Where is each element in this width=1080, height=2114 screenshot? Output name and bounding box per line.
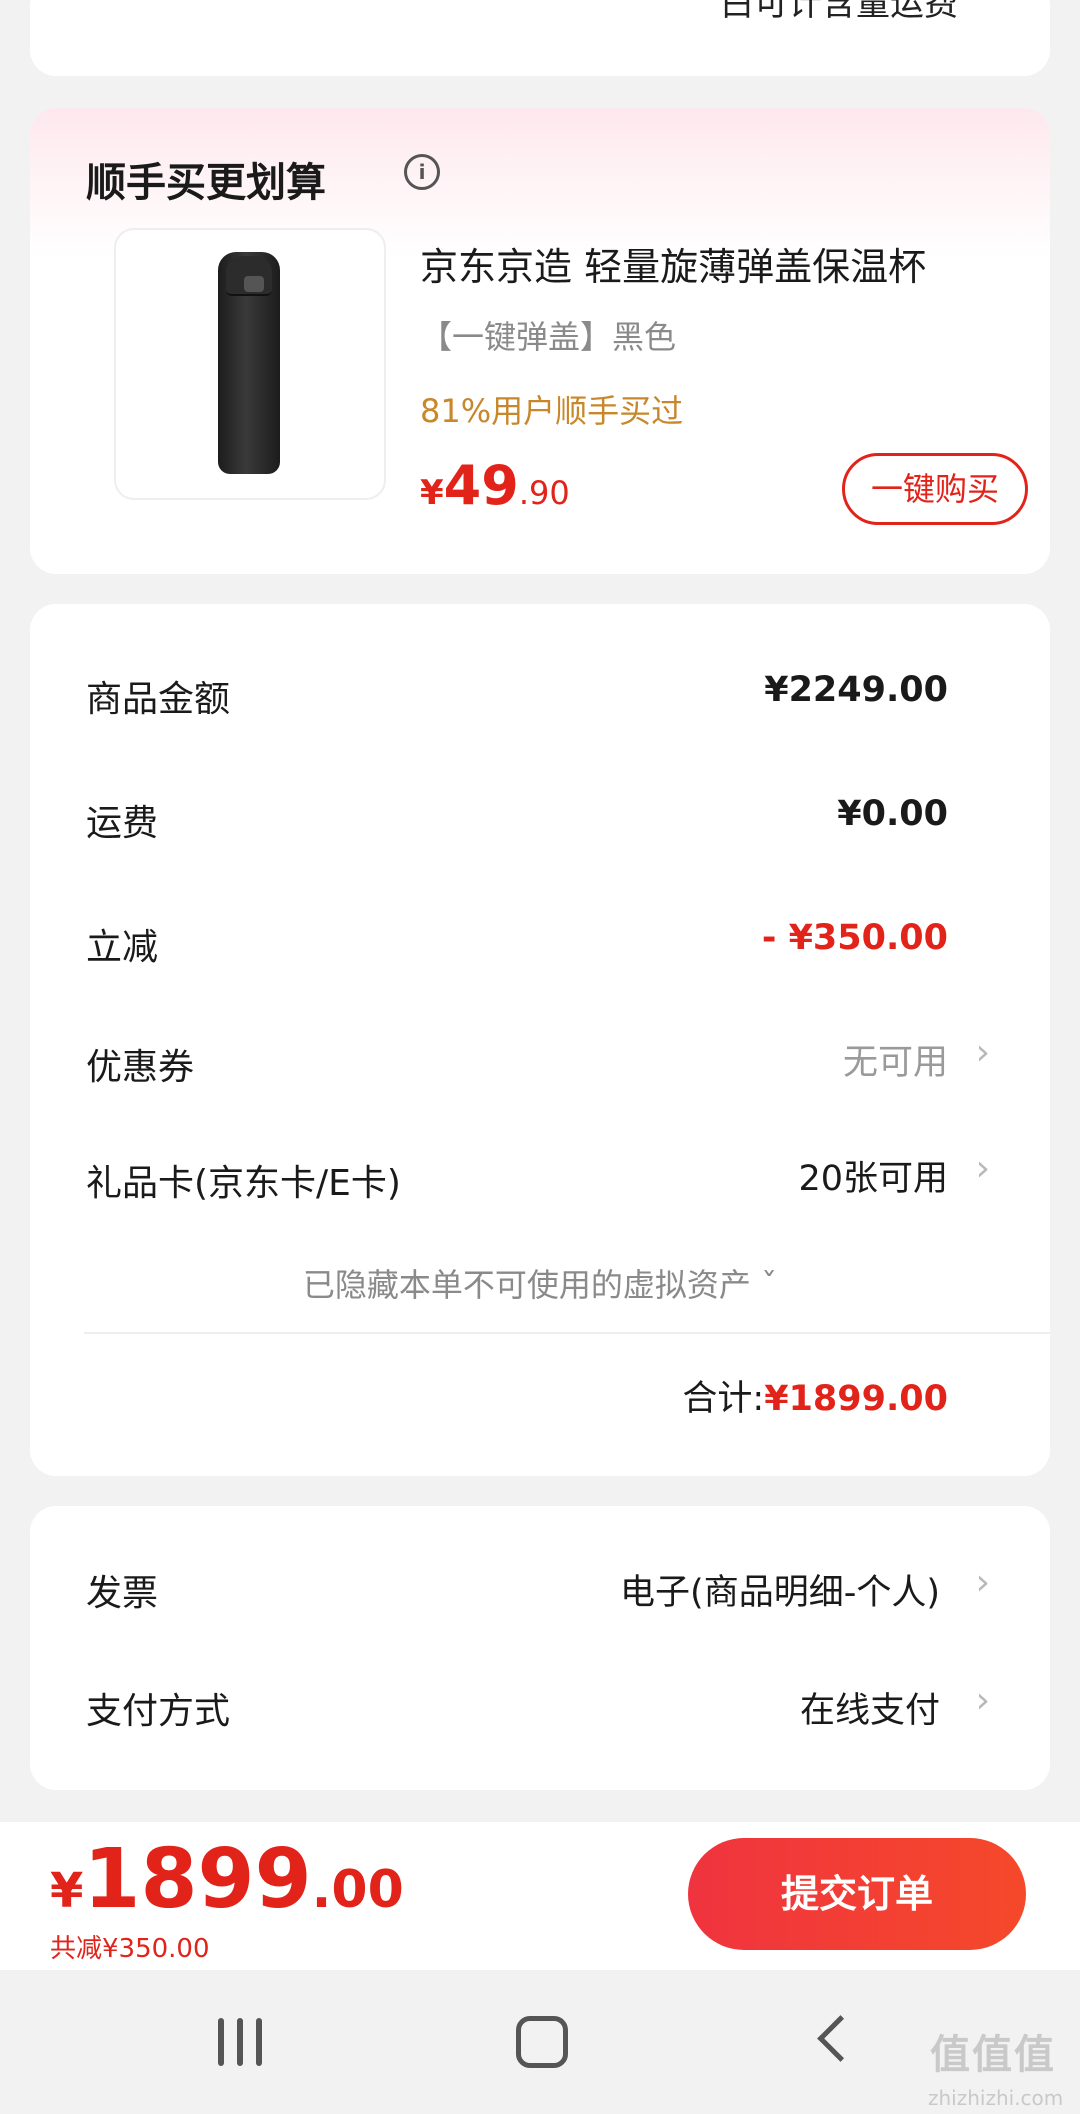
chevron-right-icon: ›: [975, 1032, 990, 1073]
coupon-value: 无可用: [842, 1043, 948, 1083]
summary-total: 合计:¥1899.00: [682, 1370, 948, 1421]
invoice-payment-card: 发票 电子(商品明细-个人) › 支付方式 在线支付 ›: [30, 1506, 1050, 1790]
product-promo: 81%用户顺手买过: [420, 392, 684, 430]
upsell-card: 顺手买更划算 i 京东京造 轻量旋薄弹盖保温杯 【一键弹盖】黑色 81%用户顺手…: [30, 108, 1050, 574]
bottle-image: [218, 252, 280, 474]
shipping-label: 运费: [86, 803, 159, 844]
hidden-assets-toggle[interactable]: 已隐藏本单不可使用的虚拟资产 ˇ: [30, 1260, 1050, 1306]
price-currency: ¥: [420, 473, 444, 513]
footer-total-price: ¥1899.00: [50, 1832, 404, 1927]
payment-method-label: 支付方式: [86, 1691, 231, 1732]
home-icon[interactable]: [516, 2016, 568, 2068]
clipped-text: 白可计含量运费: [720, 0, 958, 24]
shipping-value: ¥0.00: [837, 794, 948, 834]
product-variant: 【一键弹盖】黑色: [420, 318, 677, 356]
back-icon[interactable]: [817, 2015, 864, 2062]
payment-method-value: 在线支付: [799, 1691, 940, 1731]
footer-saving: 共减¥350.00: [50, 1934, 210, 1964]
one-click-buy-button[interactable]: 一键购买: [842, 453, 1028, 525]
watermark-url: zhizhizhi.com: [928, 2086, 1064, 2110]
info-icon[interactable]: i: [404, 154, 440, 190]
address-card: 白可计含量运费: [30, 0, 1050, 76]
checkout-footer: ¥1899.00 共减¥350.00 提交订单: [0, 1822, 1080, 1970]
coupon-label: 优惠券: [86, 1047, 195, 1088]
system-nav-bar: [0, 1970, 1080, 2114]
total-label: 合计:: [682, 1379, 765, 1419]
chevron-right-icon: ›: [975, 1680, 990, 1721]
submit-order-button[interactable]: 提交订单: [688, 1838, 1026, 1950]
product-price: ¥49.90: [420, 454, 570, 517]
footer-price-integer: 1899: [83, 1832, 312, 1927]
discount-label: 立减: [86, 927, 159, 968]
goods-amount-value: ¥2249.00: [764, 670, 948, 710]
price-integer: 49: [443, 454, 519, 517]
chevron-right-icon: ›: [975, 1148, 990, 1189]
watermark-logo: 值值值: [930, 2032, 1056, 2078]
goods-amount-label: 商品金额: [86, 679, 231, 720]
chevron-right-icon: ›: [975, 1562, 990, 1603]
invoice-value: 电子(商品明细-个人): [620, 1573, 940, 1613]
gift-card-label: 礼品卡(京东卡/E卡): [86, 1163, 401, 1204]
discount-value: - ¥350.00: [761, 918, 948, 958]
product-thumbnail[interactable]: [114, 228, 386, 500]
footer-price-decimal: .00: [311, 1860, 404, 1920]
recent-apps-icon[interactable]: [218, 2018, 262, 2066]
product-name[interactable]: 京东京造 轻量旋薄弹盖保温杯: [420, 236, 926, 291]
invoice-label: 发票: [86, 1573, 159, 1614]
divider: [84, 1332, 1050, 1334]
price-decimal: .90: [518, 474, 570, 512]
total-value: ¥1899.00: [764, 1379, 948, 1419]
footer-price-currency: ¥: [50, 1863, 84, 1919]
upsell-title: 顺手买更划算: [86, 160, 326, 206]
order-summary-card: 商品金额 ¥2249.00 运费 ¥0.00 立减 - ¥350.00 优惠券 …: [30, 604, 1050, 1476]
gift-card-value: 20张可用: [798, 1159, 948, 1199]
